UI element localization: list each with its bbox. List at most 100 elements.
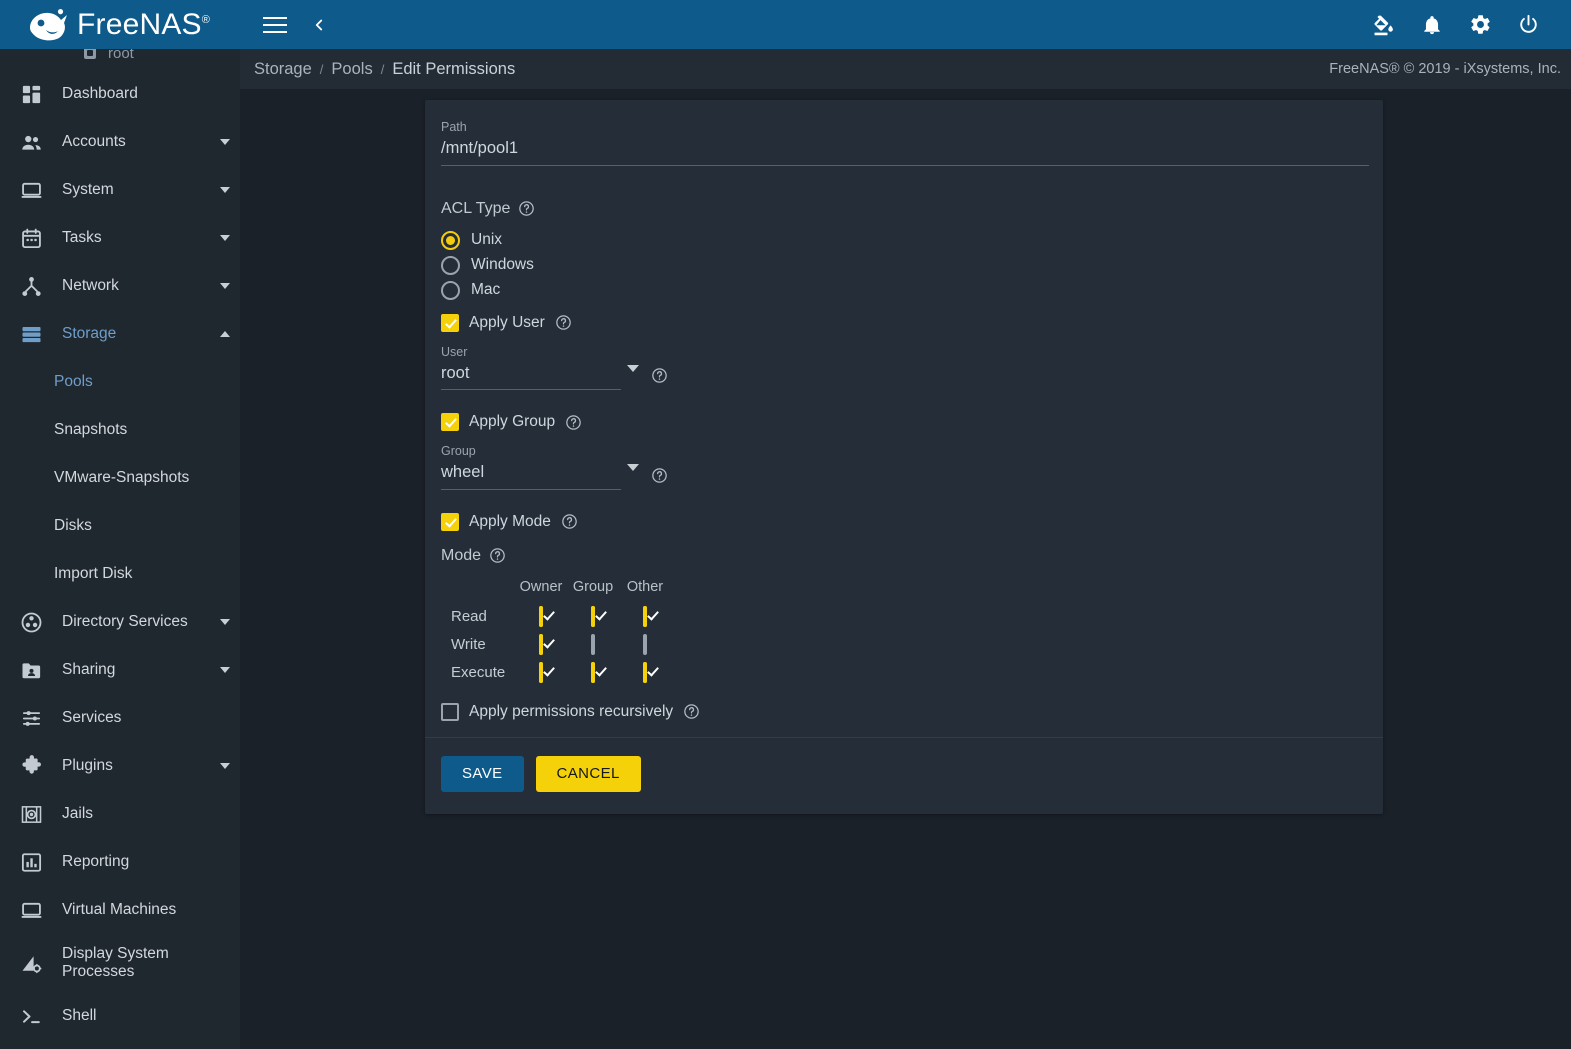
group-select[interactable]: Group wheel	[441, 444, 639, 490]
acl-type-radio-group[interactable]: Unix Windows Mac	[441, 228, 1367, 303]
mode-row-execute: Execute	[445, 659, 671, 687]
mode-checkbox-read-other[interactable]	[643, 605, 647, 627]
mode-cell[interactable]	[515, 659, 567, 687]
tasks-icon	[0, 227, 62, 250]
mode-cell[interactable]	[619, 603, 671, 631]
chevron-down-icon[interactable]	[210, 187, 240, 193]
sidebar-item-label: Network	[62, 276, 119, 294]
chevron-down-icon[interactable]	[210, 283, 240, 289]
breadcrumb-item-pools[interactable]: Pools	[327, 60, 376, 79]
sidebar-item-label: Tasks	[62, 228, 102, 246]
cancel-button[interactable]: CANCEL	[535, 755, 641, 792]
sidebar-item-dashboard[interactable]: Dashboard	[0, 70, 240, 118]
settings-button[interactable]	[1459, 4, 1501, 46]
sidebar-item-system[interactable]: System	[0, 166, 240, 214]
sidebar-item-virtual-machines[interactable]: Virtual Machines	[0, 886, 240, 934]
settings-gear-icon	[1469, 13, 1492, 36]
group-dropdown-caret-icon[interactable]	[627, 464, 639, 472]
sidebar-subitem-snapshots[interactable]: Snapshots	[0, 406, 240, 454]
user-dropdown-caret-icon[interactable]	[627, 364, 639, 372]
radio-windows-indicator[interactable]	[441, 255, 460, 275]
sidebar-item-accounts[interactable]: Accounts	[0, 118, 240, 166]
apply-group-checkbox-row[interactable]: Apply Group	[441, 413, 1367, 432]
apply-mode-checkbox[interactable]	[441, 512, 459, 531]
acl-type-help-icon[interactable]	[518, 200, 535, 217]
apply-user-checkbox-row[interactable]: Apply User	[441, 313, 1367, 332]
chevron-down-icon[interactable]	[210, 619, 240, 625]
sidebar-item-reporting[interactable]: Reporting	[0, 838, 240, 886]
sidebar-item-display-system-processes[interactable]: Display System Processes	[0, 934, 240, 992]
radio-unix-indicator[interactable]	[441, 230, 460, 250]
save-button[interactable]: SAVE	[441, 755, 524, 792]
radio-mac-indicator[interactable]	[441, 280, 460, 300]
apply-user-help-icon[interactable]	[555, 314, 572, 331]
apply-recursively-checkbox[interactable]	[441, 702, 459, 721]
mode-cell[interactable]	[619, 631, 671, 659]
acl-type-label: ACL Type	[441, 200, 1367, 218]
group-value[interactable]: wheel	[441, 462, 621, 490]
group-help-icon[interactable]	[651, 467, 668, 484]
mode-checkbox-execute-group[interactable]	[591, 661, 595, 683]
mode-cell[interactable]	[515, 603, 567, 631]
sidebar-item-services[interactable]: Services	[0, 694, 240, 742]
mode-checkbox-read-group[interactable]	[591, 605, 595, 627]
mode-cell[interactable]	[567, 603, 619, 631]
chevron-down-icon[interactable]	[210, 235, 240, 241]
mode-checkbox-write-owner[interactable]	[539, 633, 543, 655]
user-help-icon[interactable]	[651, 367, 668, 384]
path-field[interactable]: Path /mnt/pool1	[441, 120, 1369, 166]
sidebar-item-sharing[interactable]: Sharing	[0, 646, 240, 694]
sidebar-item-tasks[interactable]: Tasks	[0, 214, 240, 262]
sidebar-item-plugins[interactable]: Plugins	[0, 742, 240, 790]
mode-cell[interactable]	[619, 659, 671, 687]
copyright-notice: FreeNAS® © 2019 - iXsystems, Inc.	[1329, 61, 1561, 77]
sidebar-scroll-region[interactable]: root Dashboard Accounts System Tasks Network…	[0, 0, 240, 1040]
mode-checkbox-read-owner[interactable]	[539, 605, 543, 627]
theme-picker-button[interactable]	[1363, 4, 1405, 46]
apply-mode-checkbox-row[interactable]: Apply Mode	[441, 512, 1367, 531]
sidebar-item-shell[interactable]: Shell	[0, 992, 240, 1040]
mode-checkbox-execute-owner[interactable]	[539, 661, 543, 683]
app-logo[interactable]: FreeNAS®	[0, 0, 240, 49]
acl-type-radio-mac[interactable]: Mac	[441, 278, 1367, 303]
notifications-button[interactable]	[1411, 4, 1453, 46]
chevron-down-icon[interactable]	[210, 763, 240, 769]
sidebar-item-storage[interactable]: Storage	[0, 310, 240, 358]
mode-cell[interactable]	[515, 631, 567, 659]
mode-checkbox-write-group[interactable]	[591, 633, 595, 655]
sidebar-subitem-import-disk[interactable]: Import Disk	[0, 550, 240, 598]
mode-checkbox-write-other[interactable]	[643, 633, 647, 655]
mode-checkbox-execute-other[interactable]	[643, 661, 647, 683]
virtual-machines-icon	[0, 899, 62, 922]
user-value[interactable]: root	[441, 363, 621, 391]
sidebar-item-jails[interactable]: Jails	[0, 790, 240, 838]
sidebar-subitem-vmware-snapshots[interactable]: VMware-Snapshots	[0, 454, 240, 502]
apply-group-checkbox[interactable]	[441, 413, 459, 432]
apply-recursively-help-icon[interactable]	[683, 703, 700, 720]
breadcrumb-item-storage[interactable]: Storage	[250, 60, 316, 79]
acl-type-radio-unix[interactable]: Unix	[441, 228, 1367, 253]
user-select[interactable]: User root	[441, 345, 639, 391]
power-button[interactable]	[1507, 4, 1549, 46]
apply-recursively-checkbox-row[interactable]: Apply permissions recursively	[441, 702, 1367, 721]
chevron-up-icon[interactable]	[210, 331, 240, 337]
menu-toggle-button[interactable]	[254, 4, 296, 46]
sidebar-subitem-disks[interactable]: Disks	[0, 502, 240, 550]
chevron-down-icon[interactable]	[210, 139, 240, 145]
apply-user-checkbox[interactable]	[441, 313, 459, 332]
notifications-icon	[1421, 14, 1443, 36]
mode-cell[interactable]	[567, 659, 619, 687]
apply-group-help-icon[interactable]	[565, 414, 582, 431]
apply-mode-help-icon[interactable]	[561, 513, 578, 530]
acl-type-radio-windows[interactable]: Windows	[441, 253, 1367, 278]
hamburger-icon	[263, 16, 287, 33]
chevron-down-icon[interactable]	[210, 667, 240, 673]
mode-cell[interactable]	[567, 631, 619, 659]
sidebar-collapse-button[interactable]	[298, 4, 340, 46]
sidebar-subitem-pools[interactable]: Pools	[0, 358, 240, 406]
apply-mode-label: Apply Mode	[469, 512, 551, 530]
path-value[interactable]: /mnt/pool1	[441, 138, 1369, 166]
sidebar-item-network[interactable]: Network	[0, 262, 240, 310]
mode-help-icon[interactable]	[489, 547, 506, 564]
sidebar-item-directory-services[interactable]: Directory Services	[0, 598, 240, 646]
